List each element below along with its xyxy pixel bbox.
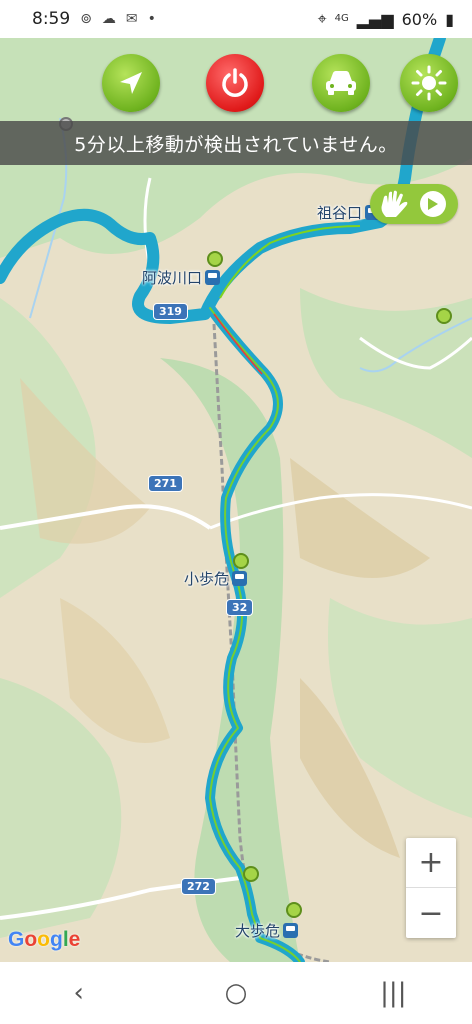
train-icon xyxy=(232,571,248,586)
compass-arrow-icon xyxy=(120,72,142,94)
location-icon: ⌖ xyxy=(317,9,327,28)
road-shield-319: 319 xyxy=(153,303,188,320)
station-label: 祖谷口 xyxy=(317,204,363,222)
network-type: 4G xyxy=(334,13,349,24)
station-label: 阿波川口 xyxy=(142,269,203,287)
google-logo: Google xyxy=(8,928,81,951)
car-button[interactable] xyxy=(312,54,370,112)
mail-icon: ✉ xyxy=(125,11,138,27)
battery-percent: 60% xyxy=(401,9,438,29)
cloud-icon: ☁ xyxy=(101,11,116,27)
road-shield-32: 32 xyxy=(226,599,254,616)
hand-play-button[interactable] xyxy=(370,184,458,224)
zoom-out-button[interactable]: − xyxy=(406,888,456,938)
route-point[interactable] xyxy=(233,553,249,569)
power-button[interactable] xyxy=(206,54,264,112)
road-shield-272: 272 xyxy=(181,878,216,895)
battery-icon: ▮ xyxy=(445,9,454,29)
back-button[interactable]: ‹ xyxy=(49,978,109,1008)
train-icon xyxy=(205,270,221,285)
route-point[interactable] xyxy=(436,308,452,324)
station-awakawaguchi[interactable]: 阿波川口 xyxy=(142,267,221,288)
station-koboke[interactable]: 小歩危 xyxy=(184,568,248,589)
navigate-button[interactable] xyxy=(102,54,160,112)
status-bar: 8:59 ⊚ ☁ ✉ • ⌖ 4G ▂▄▆ 60% ▮ xyxy=(0,0,472,38)
banner-text: 5分以上移動が検出されていません。 xyxy=(74,133,398,156)
station-oboke[interactable]: 大歩危 xyxy=(235,920,299,941)
status-time: 8:59 xyxy=(32,9,71,29)
play-icon xyxy=(420,191,446,217)
recents-button[interactable]: ||| xyxy=(363,978,423,1008)
notification-dot: • xyxy=(147,11,156,27)
map-terrain xyxy=(0,38,472,962)
no-movement-banner: 5分以上移動が検出されていません。 xyxy=(0,121,472,165)
system-nav-bar: ‹ ○ ||| xyxy=(0,962,472,1024)
sun-icon xyxy=(411,65,447,101)
brightness-button[interactable] xyxy=(400,54,458,112)
hand-icon xyxy=(381,190,408,217)
shield-icon: ⊚ xyxy=(80,11,92,27)
route-point[interactable] xyxy=(243,866,259,882)
home-button[interactable]: ○ xyxy=(206,978,266,1008)
route-point[interactable] xyxy=(207,251,223,267)
power-icon xyxy=(222,68,248,97)
map-view[interactable]: 祖谷口 阿波川口 小歩危 大歩危 319 271 32 272 Google +… xyxy=(0,38,472,962)
station-label: 大歩危 xyxy=(235,922,281,940)
road-shield-271: 271 xyxy=(148,475,183,492)
station-label: 小歩危 xyxy=(184,570,230,588)
signal-icon: ▂▄▆ xyxy=(356,9,394,29)
zoom-in-button[interactable]: + xyxy=(406,838,456,888)
zoom-controls: + − xyxy=(406,838,456,938)
route-point[interactable] xyxy=(286,902,302,918)
car-icon xyxy=(326,71,356,95)
train-icon xyxy=(283,923,299,938)
